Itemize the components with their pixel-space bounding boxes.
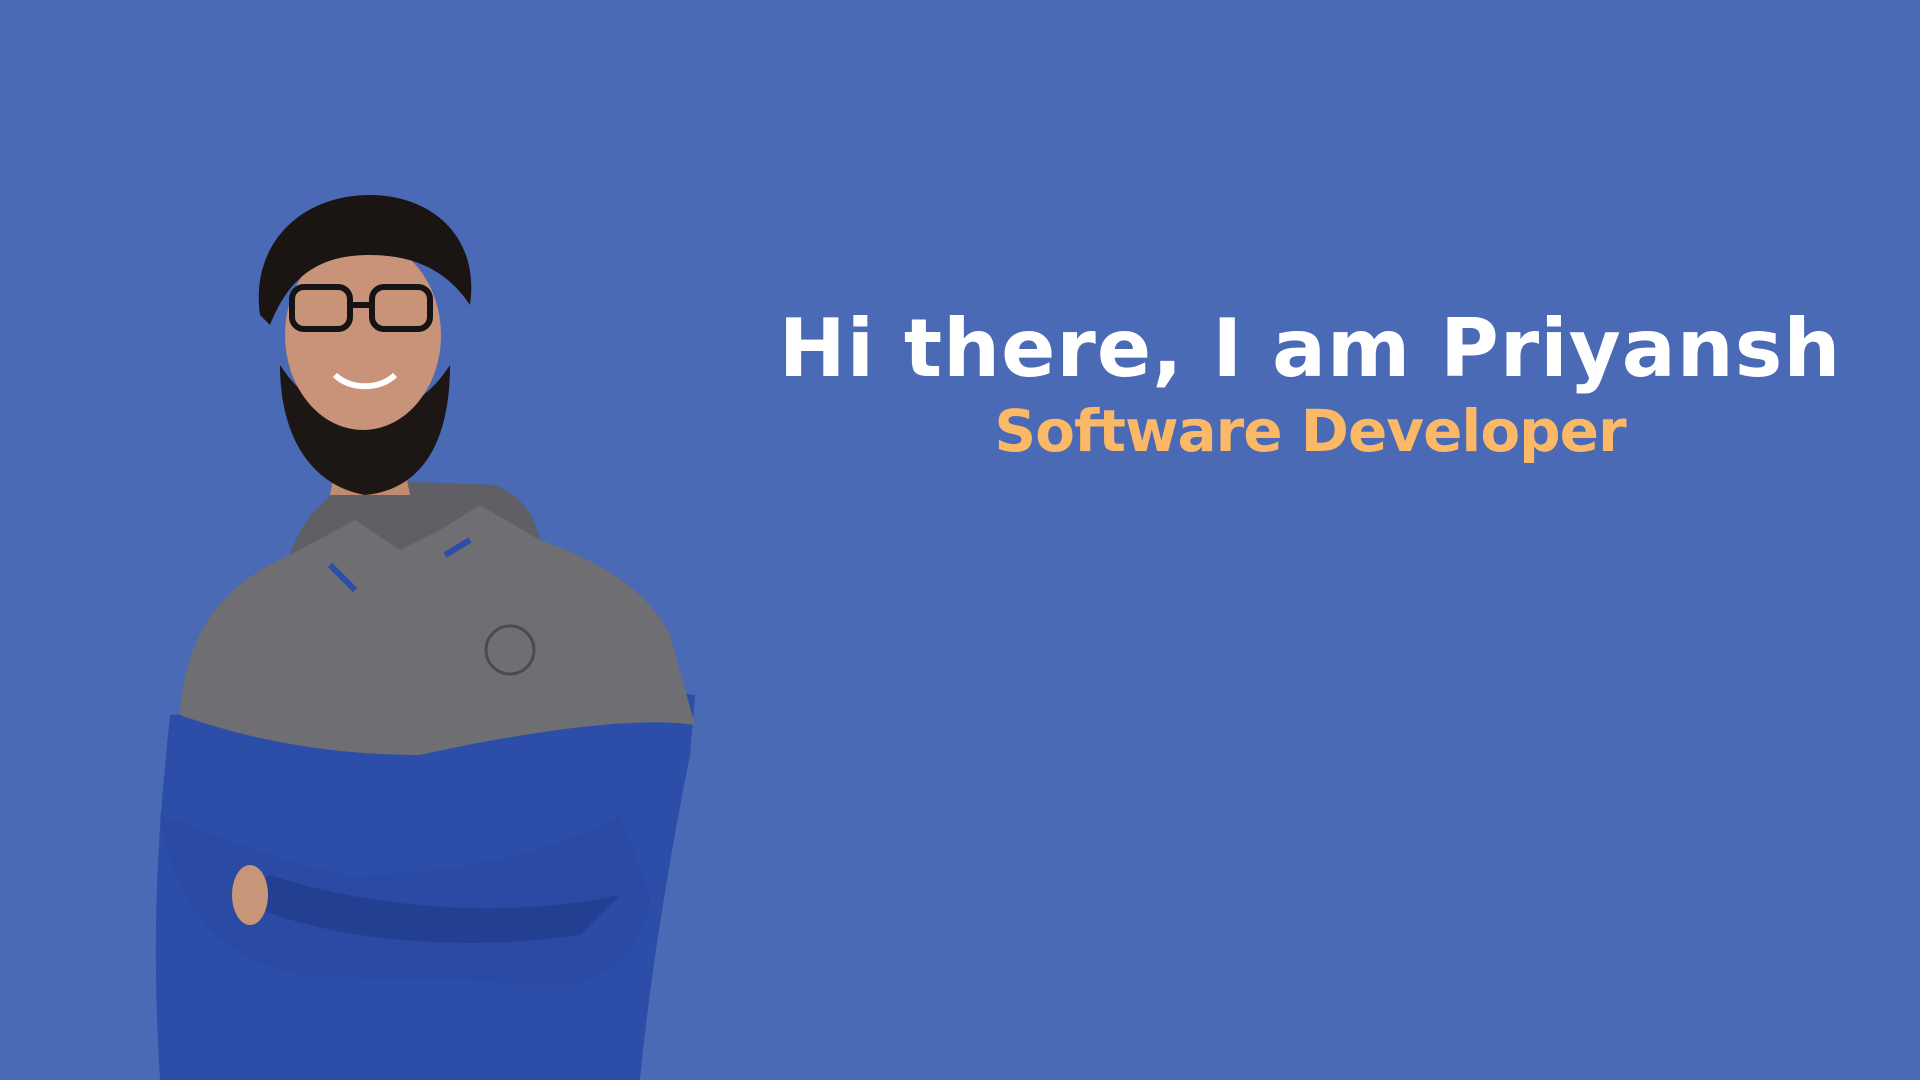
greeting-heading: Hi there, I am Priyansh <box>778 302 1842 395</box>
intro-text-block: Hi there, I am Priyansh Software Develop… <box>760 300 1860 466</box>
hero-banner: Hi there, I am Priyansh Software Develop… <box>0 0 1920 1080</box>
portrait-illustration <box>155 195 696 1080</box>
role-subtitle: Software Developer <box>994 397 1626 465</box>
person-portrait-photo <box>150 195 720 1080</box>
